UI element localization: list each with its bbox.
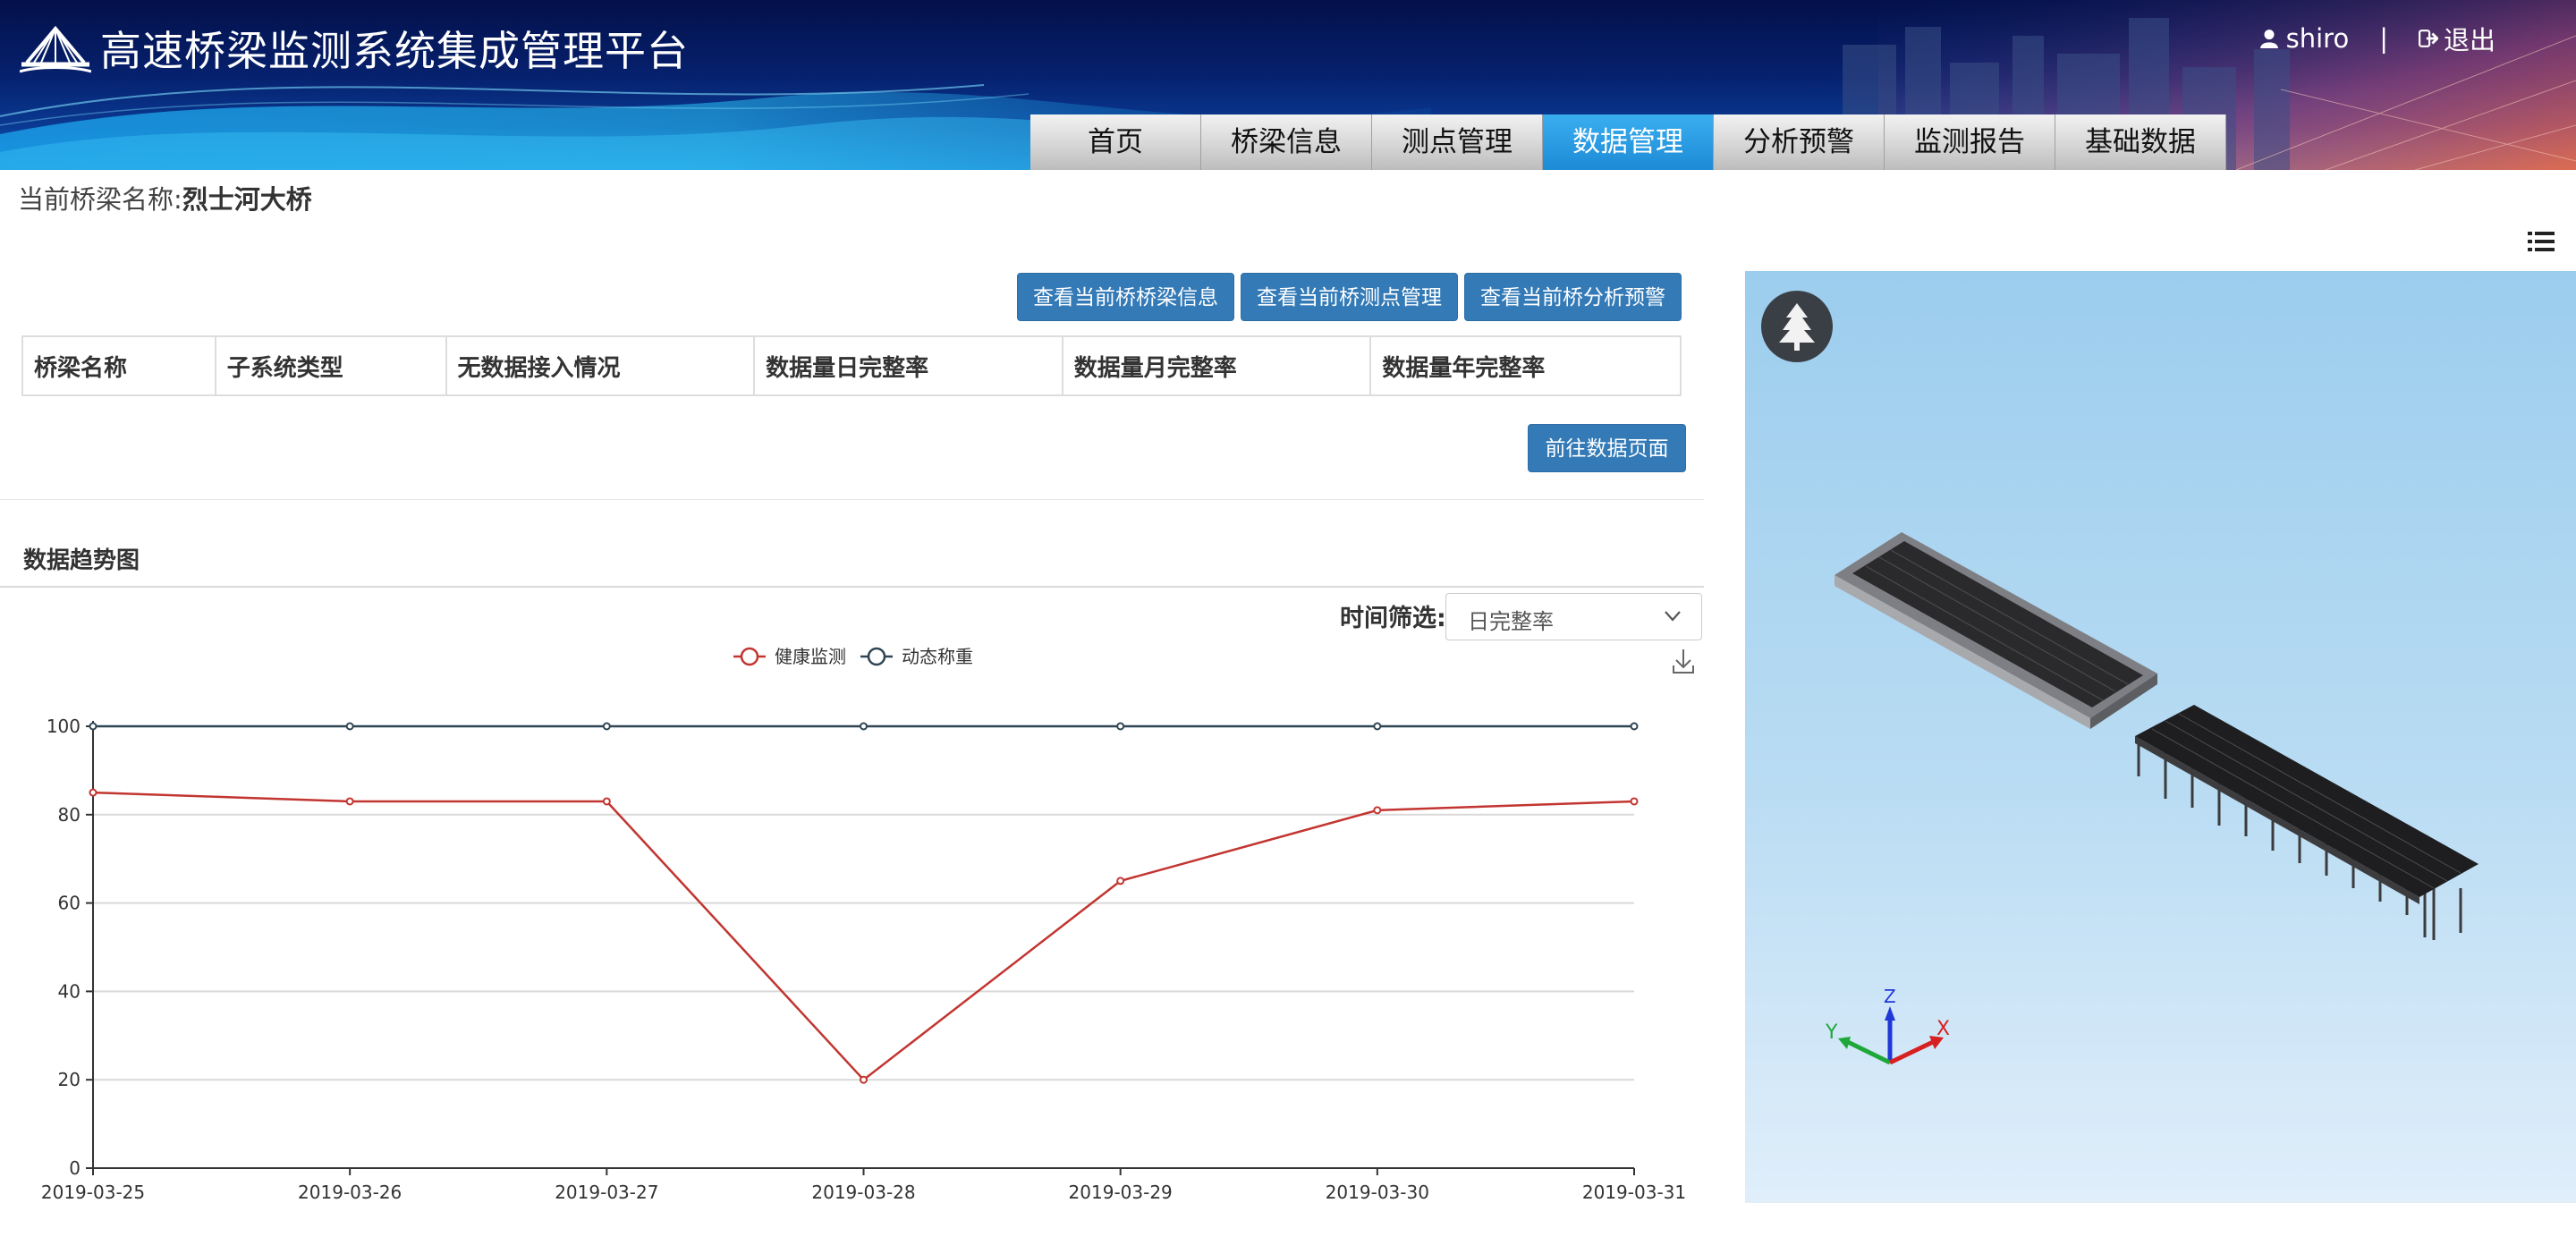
x-tick-label: 2019-03-30 (1326, 1182, 1429, 1203)
data-point[interactable] (89, 788, 97, 797)
y-tick-label: 20 (58, 1069, 80, 1090)
user-separator: | (2379, 23, 2388, 54)
summary-table: 桥梁名称 子系统类型 无数据接入情况 数据量日完整率 数据量月完整率 数据量年完… (21, 335, 1682, 396)
data-point[interactable] (602, 797, 611, 806)
x-tick-label: 2019-03-29 (1069, 1182, 1173, 1203)
table-header-row: 桥梁名称 子系统类型 无数据接入情况 数据量日完整率 数据量月完整率 数据量年完… (21, 335, 1682, 396)
nav-item-base-data[interactable]: 基础数据 (2055, 114, 2226, 170)
data-point[interactable] (1630, 722, 1639, 731)
trend-chart: 0 20 40 60 80 100 2019-03-25 2019-03-26 2019-03-… (41, 646, 1694, 1203)
column-header: 桥梁名称 (21, 335, 216, 396)
logout-button[interactable]: 退出 (2444, 20, 2496, 57)
goto-data-page-button[interactable]: 前往数据页面 (1528, 424, 1686, 472)
app-header: 高速桥梁监测系统集成管理平台 shiro | 退出 首页 桥梁信息 测点管理 数… (0, 0, 2576, 170)
nav-item-data-manage[interactable]: 数据管理 (1543, 114, 1714, 170)
list-icon[interactable] (2528, 230, 2555, 253)
svg-text:X: X (1936, 1018, 1950, 1040)
y-tick-label: 40 (58, 980, 80, 1002)
column-header: 子系统类型 (214, 335, 447, 396)
data-point[interactable] (1630, 797, 1639, 806)
y-tick-label: 100 (47, 716, 80, 737)
nav-item-analysis-warning[interactable]: 分析预警 (1714, 114, 1885, 170)
divider (0, 499, 1704, 500)
data-point[interactable] (860, 1075, 868, 1084)
data-point[interactable] (860, 722, 868, 731)
bridge-pier-model (2135, 705, 2479, 940)
data-point[interactable] (345, 722, 354, 731)
data-point[interactable] (1373, 806, 1382, 815)
view-analysis-warning-button[interactable]: 查看当前桥分析预警 (1464, 273, 1682, 321)
nav-item-point-manage[interactable]: 测点管理 (1372, 114, 1543, 170)
bridge-3d-viewer[interactable]: Z Y X (1745, 271, 2576, 1203)
trend-section-title: 数据趋势图 (23, 547, 140, 574)
y-tick-label: 0 (69, 1157, 80, 1179)
current-bridge-prefix: 当前桥梁名称: (18, 184, 182, 215)
divider (0, 586, 1704, 588)
user-bar: shiro | 退出 (2259, 20, 2496, 57)
app-title: 高速桥梁监测系统集成管理平台 (100, 27, 689, 75)
y-tick-label: 60 (58, 893, 80, 914)
axis-gizmo: Z Y X (1825, 986, 1950, 1065)
download-icon[interactable] (1673, 649, 1694, 674)
logout-icon[interactable] (2418, 29, 2438, 48)
user-icon (2259, 30, 2278, 48)
column-header: 数据量日完整率 (753, 335, 1063, 396)
svg-text:Z: Z (1884, 986, 1896, 1007)
data-point[interactable] (1116, 877, 1125, 885)
view-bridge-info-button[interactable]: 查看当前桥桥梁信息 (1017, 273, 1234, 321)
data-point[interactable] (345, 797, 354, 806)
data-point[interactable] (89, 722, 97, 731)
y-tick-label: 80 (58, 804, 80, 826)
brand: 高速桥梁监测系统集成管理平台 (20, 20, 689, 77)
data-point[interactable] (602, 722, 611, 731)
x-tick-label: 2019-03-31 (1582, 1182, 1686, 1203)
data-point[interactable] (1373, 722, 1382, 731)
column-header: 数据量月完整率 (1061, 335, 1372, 396)
main-nav: 首页 桥梁信息 测点管理 数据管理 分析预警 监测报告 基础数据 (1030, 114, 2226, 170)
data-point[interactable] (1116, 722, 1125, 731)
x-tick-label: 2019-03-26 (298, 1182, 402, 1203)
legend-swatch-marker[interactable] (740, 647, 759, 666)
view-point-manage-button[interactable]: 查看当前桥测点管理 (1241, 273, 1458, 321)
series-line-1 (92, 791, 1635, 1081)
svg-text:Y: Y (1825, 1021, 1838, 1044)
nav-item-monitor-report[interactable]: 监测报告 (1885, 114, 2055, 170)
legend-label[interactable]: 动态称重 (902, 646, 973, 667)
bridge-deck-model (1835, 532, 2157, 729)
legend-swatch-marker[interactable] (867, 647, 886, 666)
column-header: 数据量年完整率 (1369, 335, 1682, 396)
nav-item-bridge-info[interactable]: 桥梁信息 (1201, 114, 1372, 170)
current-bridge-name: 烈士河大桥 (182, 184, 312, 215)
bridge-logo-icon (20, 25, 91, 73)
username[interactable]: shiro (2286, 23, 2350, 54)
column-header: 无数据接入情况 (445, 335, 756, 396)
chevron-down-icon (1665, 611, 1681, 622)
current-bridge: 当前桥梁名称:烈士河大桥 (18, 179, 312, 216)
nav-item-home[interactable]: 首页 (1030, 114, 1201, 170)
bridge-3d-model: Z Y X (1825, 532, 2479, 1065)
legend-label[interactable]: 健康监测 (775, 646, 846, 667)
x-tick-label: 2019-03-25 (41, 1182, 145, 1203)
x-tick-label: 2019-03-27 (555, 1182, 658, 1203)
x-tick-label: 2019-03-28 (811, 1182, 915, 1203)
